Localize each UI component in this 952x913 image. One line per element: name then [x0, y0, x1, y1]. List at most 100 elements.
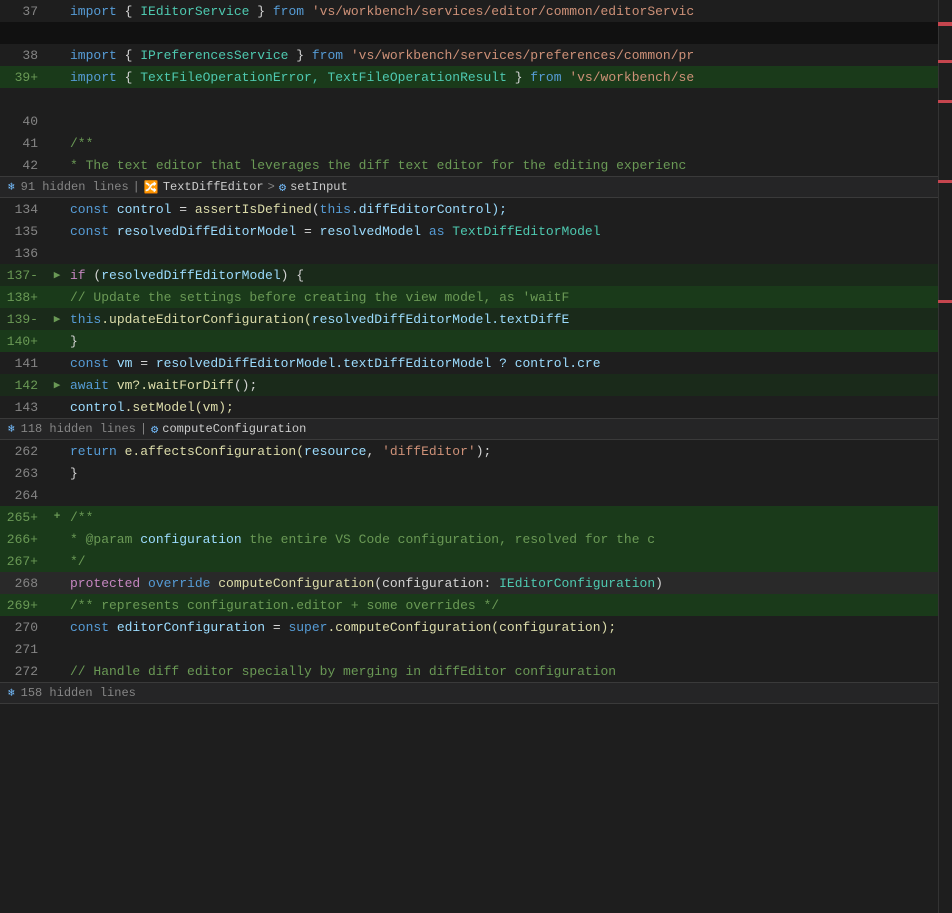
breadcrumb-class-1: TextDiffEditor: [163, 180, 264, 194]
line-number-40: 40: [0, 114, 48, 129]
line-content-143: control.setModel(vm);: [66, 400, 952, 415]
method-icon-2: ⚙: [151, 422, 158, 437]
line-gutter-265: +: [48, 511, 66, 523]
change-indicator-5: [938, 300, 952, 303]
hidden-lines-bar-1[interactable]: ❄ 91 hidden lines | 🔀 TextDiffEditor > ⚙…: [0, 176, 952, 198]
line-content-37: import { IEditorService } from 'vs/workb…: [66, 4, 952, 19]
line-number-270: 270: [0, 620, 48, 635]
line-269: 269+ /** represents configuration.editor…: [0, 594, 952, 616]
plus-icon-265: +: [54, 511, 61, 523]
line-number-269: 269+: [0, 598, 48, 613]
hidden-lines-bar-3[interactable]: ❄ 158 hidden lines: [0, 682, 952, 704]
line-143: 143 control.setModel(vm);: [0, 396, 952, 418]
line-content-38: import { IPreferencesService } from 'vs/…: [66, 48, 952, 63]
line-265: 265+ + /**: [0, 506, 952, 528]
line-number-141: 141: [0, 356, 48, 371]
line-268: 268 protected override computeConfigurat…: [0, 572, 952, 594]
line-267: 267+ */: [0, 550, 952, 572]
line-content-272: // Handle diff editor specially by mergi…: [66, 664, 952, 679]
line-number-143: 143: [0, 400, 48, 415]
line-number-262: 262: [0, 444, 48, 459]
collapse-icon-1: ❄: [8, 180, 15, 194]
hidden-lines-count-2: 118 hidden lines: [21, 422, 136, 436]
line-38: 38 import { IPreferencesService } from '…: [0, 44, 952, 66]
line-content-269: /** represents configuration.editor + so…: [66, 598, 952, 613]
line-content-263: }: [66, 466, 952, 481]
line-blank-2: [0, 88, 952, 110]
scrollbar-track[interactable]: [938, 0, 952, 913]
line-blank-1: [0, 22, 952, 44]
change-indicator-1: [938, 22, 952, 26]
line-number-140: 140+: [0, 334, 48, 349]
line-gutter-142: ▶: [48, 378, 66, 392]
line-41: 41 /**: [0, 132, 952, 154]
line-content-140: }: [66, 334, 952, 349]
line-gutter-137: ▶: [48, 268, 66, 282]
breadcrumb-arrow-1: >: [268, 180, 275, 194]
line-272: 272 // Handle diff editor specially by m…: [0, 660, 952, 682]
line-gutter-139: ▶: [48, 312, 66, 326]
hidden-lines-bar-2[interactable]: ❄ 118 hidden lines | ⚙ computeConfigurat…: [0, 418, 952, 440]
line-270: 270 const editorConfiguration = super.co…: [0, 616, 952, 638]
line-139: 139- ▶ this.updateEditorConfiguration(re…: [0, 308, 952, 330]
editor-container: 37 import { IEditorService } from 'vs/wo…: [0, 0, 952, 913]
line-42: 42 * The text editor that leverages the …: [0, 154, 952, 176]
line-number-264: 264: [0, 488, 48, 503]
line-number-136: 136: [0, 246, 48, 261]
line-number-139: 139-: [0, 312, 48, 327]
line-content-268: protected override computeConfiguration(…: [66, 576, 952, 591]
line-39: 39+ import { TextFileOperationError, Tex…: [0, 66, 952, 88]
change-indicator-3: [938, 100, 952, 103]
arrow-icon-142: ▶: [54, 378, 61, 392]
line-content-139: this.updateEditorConfiguration(resolvedD…: [66, 312, 952, 327]
breadcrumb-method-1: setInput: [290, 180, 348, 194]
line-138: 138+ // Update the settings before creat…: [0, 286, 952, 308]
hidden-lines-count-3: 158 hidden lines: [21, 686, 136, 700]
line-number-134: 134: [0, 202, 48, 217]
line-number-137: 137-: [0, 268, 48, 283]
line-142: 142 ▶ await vm?.waitForDiff();: [0, 374, 952, 396]
line-content-138: // Update the settings before creating t…: [66, 290, 952, 305]
line-number-39: 39+: [0, 70, 48, 85]
line-content-137: if (resolvedDiffEditorModel) {: [66, 268, 952, 283]
line-content-267: */: [66, 554, 952, 569]
arrow-icon-137: ▶: [54, 268, 61, 282]
line-number-266: 266+: [0, 532, 48, 547]
change-indicator-2: [938, 60, 952, 63]
breadcrumb-sep-2: |: [140, 422, 147, 436]
line-content-135: const resolvedDiffEditorModel = resolved…: [66, 224, 952, 239]
line-number-263: 263: [0, 466, 48, 481]
line-141: 141 const vm = resolvedDiffEditorModel.t…: [0, 352, 952, 374]
line-number-268: 268: [0, 576, 48, 591]
line-content-270: const editorConfiguration = super.comput…: [66, 620, 952, 635]
line-37: 37 import { IEditorService } from 'vs/wo…: [0, 0, 952, 22]
line-263: 263 }: [0, 462, 952, 484]
line-262: 262 return e.affectsConfiguration(resour…: [0, 440, 952, 462]
line-40: 40: [0, 110, 952, 132]
line-137: 137- ▶ if (resolvedDiffEditorModel) {: [0, 264, 952, 286]
line-content-39: import { TextFileOperationError, TextFil…: [66, 70, 952, 85]
line-content-266: * @param configuration the entire VS Cod…: [66, 532, 952, 547]
hidden-lines-count-1: 91 hidden lines: [21, 180, 129, 194]
arrow-icon-139: ▶: [54, 312, 61, 326]
line-number-138: 138+: [0, 290, 48, 305]
class-icon-1: 🔀: [144, 180, 159, 195]
line-content-134: const control = assertIsDefined(this.dif…: [66, 202, 952, 217]
line-140: 140+ }: [0, 330, 952, 352]
line-134: 134 const control = assertIsDefined(this…: [0, 198, 952, 220]
breadcrumb-method-2: computeConfiguration: [162, 422, 306, 436]
method-icon-1: ⚙: [279, 180, 286, 195]
line-content-262: return e.affectsConfiguration(resource, …: [66, 444, 952, 459]
line-number-265: 265+: [0, 510, 48, 525]
line-number-42: 42: [0, 158, 48, 173]
line-number-135: 135: [0, 224, 48, 239]
line-135: 135 const resolvedDiffEditorModel = reso…: [0, 220, 952, 242]
code-area[interactable]: 37 import { IEditorService } from 'vs/wo…: [0, 0, 952, 913]
breadcrumb-sep-1: |: [133, 180, 140, 194]
line-number-142: 142: [0, 378, 48, 393]
line-content-41: /**: [66, 136, 952, 151]
collapse-icon-3: ❄: [8, 686, 15, 700]
line-content-142: await vm?.waitForDiff();: [66, 378, 952, 393]
line-content-141: const vm = resolvedDiffEditorModel.textD…: [66, 356, 952, 371]
line-number-272: 272: [0, 664, 48, 679]
